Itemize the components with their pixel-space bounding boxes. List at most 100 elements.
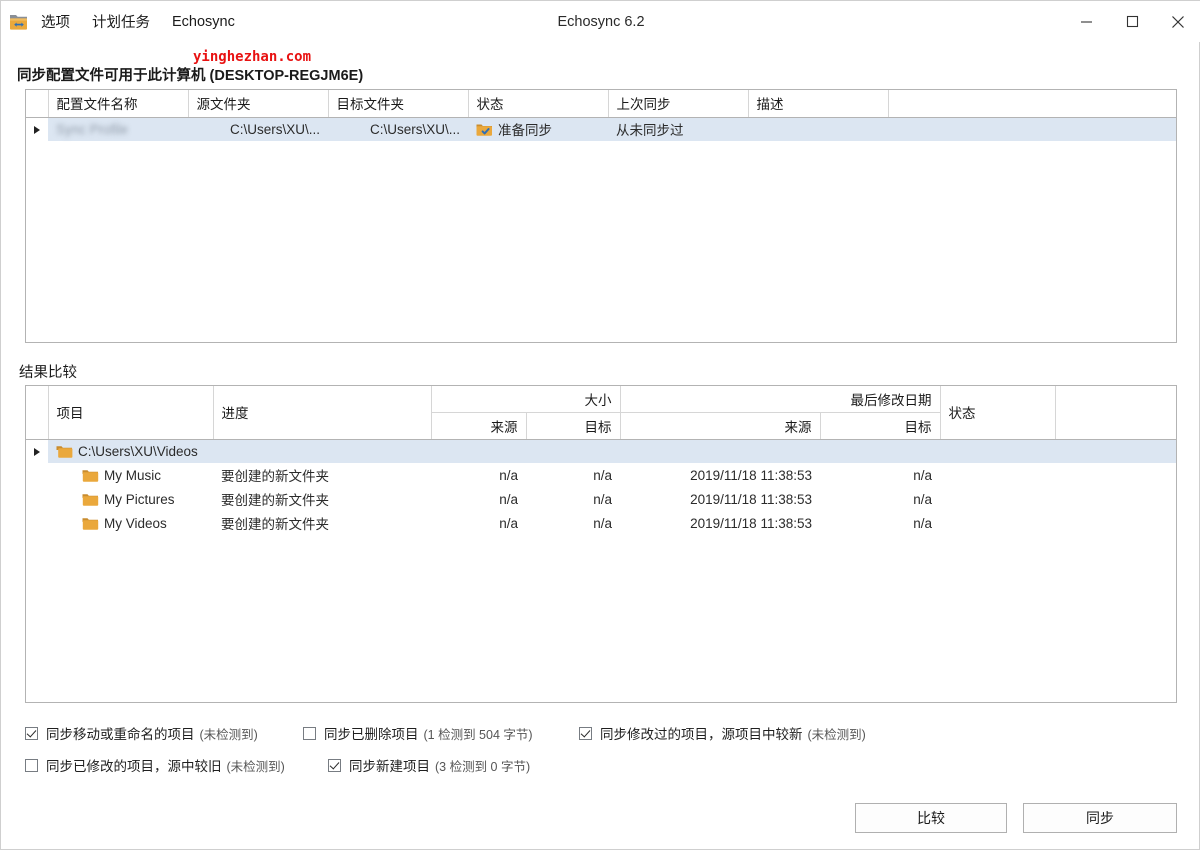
cell-last-sync: 从未同步过 <box>616 123 684 139</box>
table-row[interactable]: My Pictures 要创建的新文件夹 n/a n/a 2019/11/18 … <box>26 487 1176 511</box>
menu-scheduled-tasks[interactable]: 计划任务 <box>90 8 152 35</box>
options-row-1: 同步移动或重命名的项目 (未检测到) 同步已删除项目 (1 检测到 504 字节… <box>25 717 1177 749</box>
profiles-heading: 同步配置文件可用于此计算机 (DESKTOP-REGJM6E) <box>17 68 364 84</box>
cell-result-status <box>940 439 1055 463</box>
table-row[interactable]: My Videos 要创建的新文件夹 n/a n/a 2019/11/18 11… <box>26 511 1176 535</box>
menu-options[interactable]: 选项 <box>39 8 72 35</box>
cell-date-source: 2019/11/18 11:38:53 <box>690 515 812 531</box>
option-sync-modified-newer-in-source[interactable]: 同步修改过的项目，源项目中较新 (未检测到) <box>579 723 866 743</box>
col-size-target[interactable]: 目标 <box>526 412 621 440</box>
profile-name-redacted: Sync Profile <box>56 121 129 137</box>
option-label: 同步修改过的项目，源项目中较新 <box>600 727 803 742</box>
cell-date-source: 2019/11/18 11:38:53 <box>690 467 812 483</box>
col-result-status[interactable]: 状态 <box>940 386 1056 440</box>
row-current-arrow-icon <box>34 447 40 456</box>
checkbox-sync-modified-newer-in-source[interactable] <box>579 726 592 740</box>
item-text: My Pictures <box>104 491 175 507</box>
sync-button[interactable]: 同步 <box>1023 803 1177 833</box>
checkbox-sync-new[interactable] <box>328 758 341 772</box>
col-description[interactable]: 描述 <box>748 90 889 118</box>
cell-progress <box>213 439 431 463</box>
maximize-icon[interactable] <box>1109 1 1155 42</box>
menu-echosync[interactable]: Echosync <box>170 11 237 33</box>
cell-date-target <box>820 439 940 463</box>
results-header-row-1: 项目 进度 大小 最后修改日期 状态 <box>26 386 1176 440</box>
col-size-source[interactable]: 来源 <box>431 412 527 440</box>
window-controls <box>1063 1 1200 42</box>
option-note: (1 检测到 504 字节) <box>423 727 533 742</box>
item-text: C:\Users\XU\Videos <box>78 443 198 459</box>
menu-bar: 选项 计划任务 Echosync <box>39 8 237 35</box>
col-date-source[interactable]: 来源 <box>620 412 821 440</box>
option-label: 同步新建项目 <box>349 759 430 774</box>
profiles-panel: 配置文件名称 源文件夹 目标文件夹 状态 上次同步 描述 Sync Profil… <box>25 89 1177 343</box>
option-note: (未检测到) <box>226 759 285 774</box>
col-filler <box>888 90 1176 118</box>
table-row[interactable]: Sync Profile C:\Users\XU\... C:\Users\XU… <box>26 117 1176 141</box>
option-sync-deleted[interactable]: 同步已删除项目 (1 检测到 504 字节) <box>303 723 579 743</box>
checkbox-sync-modified-older-in-source[interactable] <box>25 758 38 772</box>
results-rows: C:\Users\XU\Videos My Music 要创建的新文件夹 n/a… <box>26 439 1176 535</box>
cell-date-target: n/a <box>913 467 932 483</box>
sync-options: 同步移动或重命名的项目 (未检测到) 同步已删除项目 (1 检测到 504 字节… <box>25 717 1177 781</box>
cell-size-source: n/a <box>499 515 518 531</box>
folder-check-icon <box>476 123 492 136</box>
checkbox-sync-moved-renamed[interactable] <box>25 726 38 740</box>
option-sync-new[interactable]: 同步新建项目 (3 检测到 0 字节) <box>328 755 530 775</box>
col-item[interactable]: 项目 <box>48 386 214 440</box>
options-row-2: 同步已修改的项目，源中较旧 (未检测到) 同步新建项目 (3 检测到 0 字节) <box>25 749 1177 781</box>
cell-result-status <box>940 463 1055 487</box>
site-watermark: yinghezhan.com <box>193 49 312 65</box>
col-date-group: 最后修改日期 <box>620 386 941 413</box>
col-target-folder[interactable]: 目标文件夹 <box>328 90 469 118</box>
cell-filler <box>888 117 1176 141</box>
checkbox-sync-deleted[interactable] <box>303 726 316 740</box>
option-note: (未检测到) <box>807 727 866 742</box>
title-bar: 选项 计划任务 Echosync Echosync 6.2 <box>1 1 1200 42</box>
close-icon[interactable] <box>1155 1 1200 42</box>
results-grid: 项目 进度 大小 最后修改日期 状态 来源 目标 来源 目标 C:\Users\… <box>26 386 1176 535</box>
cell-item: C:\Users\XU\Videos <box>48 439 213 463</box>
row-indicator <box>26 463 48 487</box>
cell-item: My Pictures <box>48 487 213 511</box>
compare-button[interactable]: 比较 <box>855 803 1007 833</box>
cell-size-target: n/a <box>593 515 612 531</box>
col-date-target[interactable]: 目标 <box>820 412 941 440</box>
folder-icon <box>82 469 99 482</box>
col-progress[interactable]: 进度 <box>213 386 432 440</box>
cell-progress: 要创建的新文件夹 <box>221 517 329 532</box>
cell-profile-name: Sync Profile <box>48 117 188 141</box>
col-last-sync[interactable]: 上次同步 <box>608 90 749 118</box>
option-sync-modified-older-in-source[interactable]: 同步已修改的项目，源中较旧 (未检测到) <box>25 755 328 775</box>
col-size-group: 大小 <box>431 386 621 413</box>
table-row[interactable]: My Music 要创建的新文件夹 n/a n/a 2019/11/18 11:… <box>26 463 1176 487</box>
table-row[interactable]: C:\Users\XU\Videos <box>26 439 1176 463</box>
cell-date-source <box>620 439 820 463</box>
option-sync-moved-renamed[interactable]: 同步移动或重命名的项目 (未检测到) <box>25 723 303 743</box>
minimize-icon[interactable] <box>1063 1 1109 42</box>
option-note: (未检测到) <box>199 727 258 742</box>
col-source-folder[interactable]: 源文件夹 <box>188 90 329 118</box>
cell-results-filler <box>1055 511 1176 535</box>
folder-icon <box>82 493 99 506</box>
option-note: (3 检测到 0 字节) <box>435 759 531 774</box>
col-status[interactable]: 状态 <box>468 90 609 118</box>
results-panel: 项目 进度 大小 最后修改日期 状态 来源 目标 来源 目标 C:\Users\… <box>25 385 1177 703</box>
col-results-filler <box>1055 386 1176 440</box>
cell-description <box>748 117 888 141</box>
row-current-arrow-icon <box>34 125 40 134</box>
cell-size-target: n/a <box>593 491 612 507</box>
cell-source-folder: C:\Users\XU\... <box>229 121 320 137</box>
cell-date-target: n/a <box>913 515 932 531</box>
cell-size-source: n/a <box>499 491 518 507</box>
results-gutter-header <box>26 386 49 440</box>
cell-item: My Videos <box>48 511 213 535</box>
col-profile-name[interactable]: 配置文件名称 <box>48 90 189 118</box>
item-text: My Videos <box>104 515 167 531</box>
row-indicator <box>26 117 48 141</box>
cell-size-source: n/a <box>499 467 518 483</box>
cell-size-target: n/a <box>593 467 612 483</box>
cell-size-target <box>526 439 620 463</box>
gutter-header <box>26 90 49 118</box>
option-label: 同步已修改的项目，源中较旧 <box>46 759 222 774</box>
